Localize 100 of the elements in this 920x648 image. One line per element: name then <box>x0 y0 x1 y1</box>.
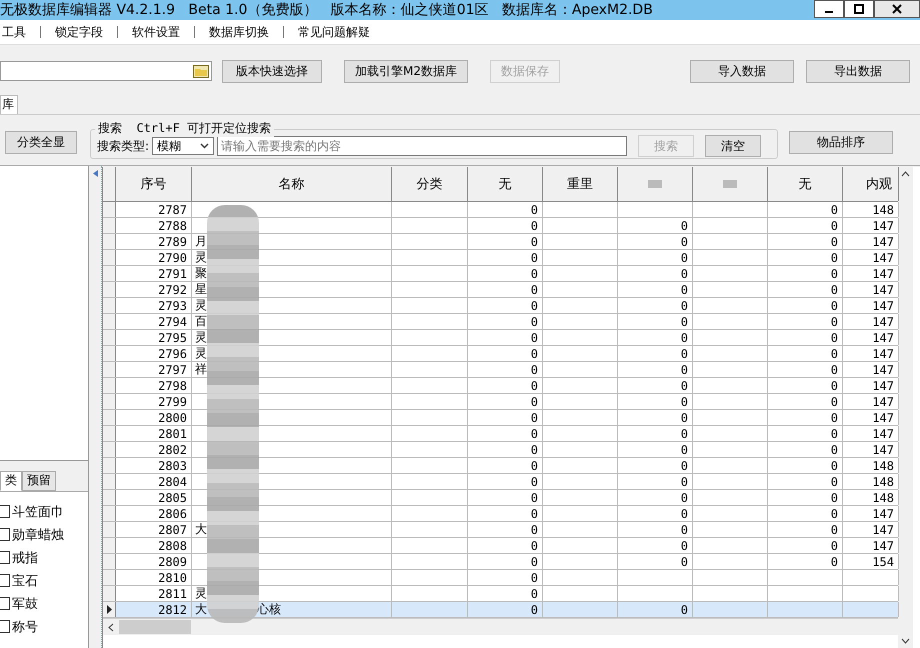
table-cell: 0 <box>830 234 838 248</box>
table-cell: 0 <box>530 410 538 424</box>
table-cell: 0 <box>680 362 688 376</box>
table-cell: 0 <box>830 554 838 568</box>
row-header[interactable] <box>103 602 116 617</box>
table-cell: 0 <box>830 250 838 264</box>
column-header[interactable]: 名称 <box>192 167 392 201</box>
sort-button[interactable]: 物品排序 <box>789 130 893 154</box>
scroll-left-icon[interactable] <box>108 622 114 632</box>
table-cell: 2804 <box>158 474 187 488</box>
table-cell: 0 <box>680 538 688 552</box>
table-cell: 0 <box>680 298 688 312</box>
tab[interactable]: 预留 <box>22 471 56 491</box>
close-button[interactable] <box>874 0 920 18</box>
table-cell: 0 <box>680 602 688 616</box>
table-cell: 0 <box>680 330 688 344</box>
table-cell: 147 <box>872 442 894 456</box>
table-cell: 2809 <box>158 554 187 568</box>
group-title: 搜索 Ctrl+F 可打开定位搜索 <box>95 120 274 137</box>
toolbar-button[interactable]: 导入数据 <box>690 60 794 82</box>
search-type-dropdown[interactable]: 模糊 <box>152 137 214 155</box>
table-cell: 0 <box>830 522 838 536</box>
table-cell: 0 <box>830 346 838 360</box>
close-icon <box>892 4 902 14</box>
column-header[interactable]: 分类 <box>392 167 468 201</box>
table-cell: 147 <box>872 378 894 392</box>
folder-icon[interactable] <box>193 64 209 78</box>
table-cell: 0 <box>680 250 688 264</box>
clear-button[interactable]: 清空 <box>705 135 762 157</box>
table-cell: 147 <box>872 394 894 408</box>
maximize-button[interactable] <box>844 0 874 18</box>
table-cell: 2789 <box>158 234 187 248</box>
menu-item[interactable]: 软件设置 <box>118 24 194 40</box>
toolbar-button[interactable]: 导出数据 <box>806 60 910 82</box>
checkbox[interactable] <box>0 597 10 610</box>
table-cell: 0 <box>680 506 688 520</box>
table-cell: 0 <box>530 586 538 600</box>
table-cell: 0 <box>530 570 538 584</box>
scroll-down-icon[interactable] <box>901 638 910 644</box>
table-cell: 0 <box>530 538 538 552</box>
menu-item[interactable]: 锁定字段 <box>41 24 117 40</box>
table-cell: 147 <box>872 346 894 360</box>
toolbar-button[interactable]: 版本快速选择 <box>222 60 322 82</box>
table-cell: 2806 <box>158 506 187 520</box>
checkbox[interactable] <box>0 505 10 518</box>
menu-item[interactable]: 数据库切换 <box>195 24 283 40</box>
horizontal-scrollbar[interactable] <box>103 618 898 635</box>
column-header[interactable]: 重里 <box>543 167 618 201</box>
menu-item[interactable]: 工具 <box>0 24 40 40</box>
column-header[interactable]: 无 <box>468 167 543 201</box>
tab[interactable]: 库 <box>0 95 18 114</box>
minimize-button[interactable] <box>814 0 844 18</box>
checkbox-label: 宝石 <box>12 572 38 590</box>
table-cell: 2792 <box>158 282 187 296</box>
table-cell: 0 <box>830 378 838 392</box>
table-cell: 2788 <box>158 218 187 232</box>
toolbar-button[interactable]: 加载引擎M2数据库 <box>344 60 468 82</box>
table-cell: 2796 <box>158 346 187 360</box>
table-cell: 2797 <box>158 362 187 376</box>
checkbox[interactable] <box>0 620 10 633</box>
show-all-button[interactable]: 分类全显 <box>5 130 77 154</box>
table-cell: 0 <box>530 554 538 568</box>
tab[interactable]: 类 <box>0 471 22 491</box>
table-cell: 0 <box>680 474 688 488</box>
table-cell: 0 <box>830 410 838 424</box>
table-cell: 0 <box>530 266 538 280</box>
search-field[interactable]: 请输入需要搜索的内容 <box>217 136 628 156</box>
table-cell: 147 <box>872 426 894 440</box>
column-header[interactable]: 序号 <box>116 167 192 201</box>
checkbox[interactable] <box>0 551 10 564</box>
table-cell: 2799 <box>158 394 187 408</box>
table-cell: 0 <box>830 330 838 344</box>
table-cell: 百 <box>195 313 207 330</box>
table-cell: 0 <box>530 250 538 264</box>
scroll-thumb[interactable] <box>119 620 191 634</box>
vertical-scrollbar[interactable] <box>898 167 913 648</box>
column-header[interactable]: 无 <box>768 167 843 201</box>
table-cell: 0 <box>680 218 688 232</box>
scroll-up-icon[interactable] <box>901 171 910 177</box>
checkbox[interactable] <box>0 574 10 587</box>
table-cell: 0 <box>530 282 538 296</box>
table-cell: 0 <box>830 362 838 376</box>
table-cell: 0 <box>680 442 688 456</box>
menu-item[interactable]: 常见问题解疑 <box>284 24 384 40</box>
checkbox[interactable] <box>0 528 10 541</box>
table-cell: 147 <box>872 282 894 296</box>
table-cell: 0 <box>830 426 838 440</box>
table-cell: 0 <box>680 346 688 360</box>
table-cell: 2791 <box>158 266 187 280</box>
table-cell: 0 <box>830 490 838 504</box>
table-cell: 2794 <box>158 314 187 328</box>
path-field[interactable] <box>0 61 212 81</box>
table-cell: 0 <box>680 522 688 536</box>
table-cell: 聚 <box>195 265 207 282</box>
checkbox-label: 勋章蜡烛 <box>12 526 64 544</box>
collapse-arrow-icon[interactable] <box>92 170 98 177</box>
table-cell: 0 <box>530 234 538 248</box>
checkbox-label: 军鼓 <box>12 596 38 612</box>
table-cell: 147 <box>872 218 894 232</box>
table-cell: 148 <box>872 490 894 504</box>
